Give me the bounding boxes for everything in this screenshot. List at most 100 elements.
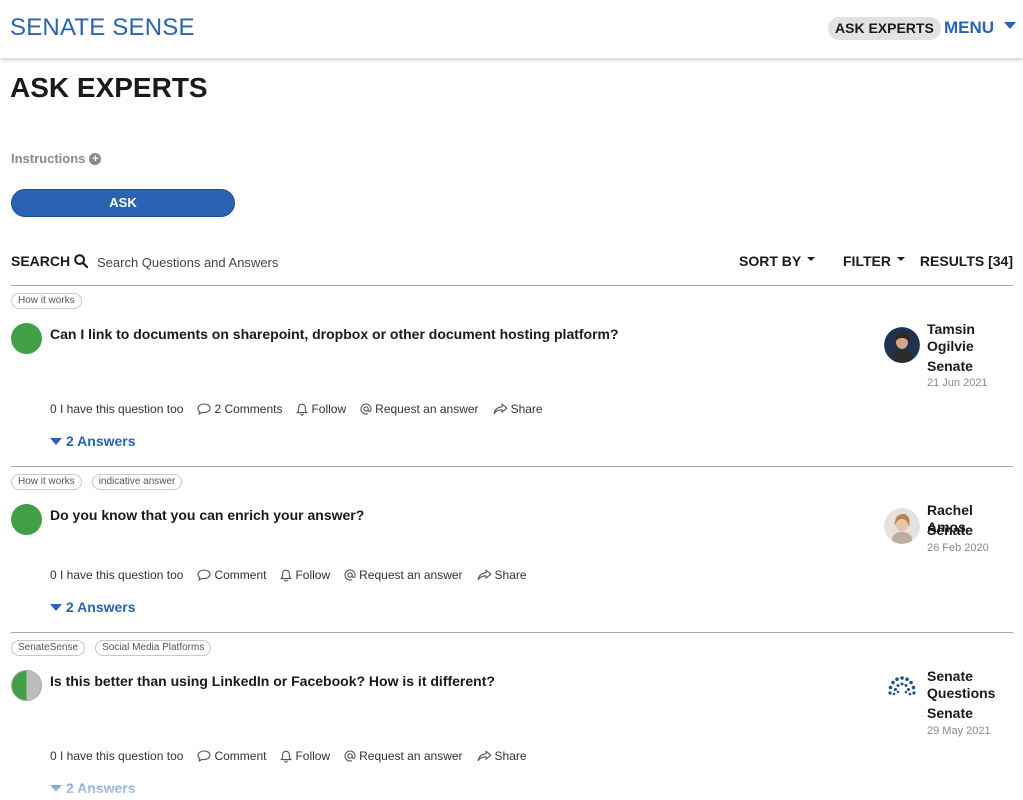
question-card: How it works indicative answer Do you kn… (11, 474, 1013, 630)
comments-button[interactable]: Comment (197, 749, 266, 763)
author-block: Tamsin Ogilvie Senate 21 Jun 2021 (884, 321, 1014, 391)
divider (11, 632, 1013, 633)
comments-label: Comment (214, 568, 267, 582)
answers-count: 2 Answers (66, 433, 136, 449)
sort-by-label: SORT BY (739, 253, 802, 269)
nav-ask-experts[interactable]: ASK EXPERTS (828, 17, 941, 40)
question-title[interactable]: Do you know that you can enrich your ans… (50, 507, 850, 523)
question-card: How it works Can I link to documents on … (11, 293, 1013, 465)
comment-icon (197, 750, 211, 762)
bell-icon (280, 569, 293, 582)
have-question-too-button[interactable]: 0 I have this question too (50, 402, 183, 416)
share-button[interactable]: Share (477, 568, 527, 582)
comments-label: Comment (214, 749, 267, 763)
author-org: Senate (927, 358, 973, 374)
comment-icon (197, 569, 211, 581)
answers-count: 2 Answers (66, 780, 136, 796)
divider (11, 466, 1013, 467)
author-org: Senate (927, 522, 973, 538)
search-icon[interactable] (74, 254, 88, 268)
tag[interactable]: Social Media Platforms (95, 640, 212, 656)
plus-circle-icon: + (89, 152, 102, 165)
question-actions: 0 I have this question too 2 Comments Fo… (50, 402, 557, 416)
question-date: 21 Jun 2021 (927, 377, 988, 389)
request-answer-button[interactable]: Request an answer (360, 402, 479, 416)
have-question-too-button[interactable]: 0 I have this question too (50, 568, 183, 582)
question-card: SenateSense Social Media Platforms Is th… (11, 640, 1013, 800)
request-answer-label: Request an answer (375, 402, 479, 416)
status-dot-icon (11, 323, 42, 354)
share-label: Share (494, 749, 527, 763)
request-answer-button[interactable]: Request an answer (344, 568, 463, 582)
instructions-label: Instructions (11, 151, 86, 166)
author-block: Rachel Amos Senate 26 Feb 2020 (884, 502, 1014, 562)
author-name[interactable]: Senate Questions (927, 668, 1013, 702)
author-org: Senate (927, 705, 973, 721)
question-date: 29 May 2021 (927, 725, 991, 737)
bell-icon (280, 750, 293, 763)
tag-list: SenateSense Social Media Platforms (11, 640, 212, 656)
question-actions: 0 I have this question too Comment Follo… (50, 749, 541, 763)
answers-toggle[interactable]: 2 Answers (50, 599, 136, 615)
answers-toggle[interactable]: 2 Answers (50, 433, 136, 449)
question-actions: 0 I have this question too Comment Follo… (50, 568, 541, 582)
answers-count: 2 Answers (66, 599, 136, 615)
follow-button[interactable]: Follow (296, 402, 346, 416)
menu-label: MENU (944, 18, 995, 37)
question-title[interactable]: Is this better than using LinkedIn or Fa… (50, 673, 850, 689)
comment-icon (197, 403, 211, 415)
at-icon (344, 750, 356, 762)
follow-button[interactable]: Follow (280, 568, 330, 582)
question-title[interactable]: Can I link to documents on sharepoint, d… (50, 326, 850, 342)
tag-list: How it works indicative answer (11, 474, 183, 490)
have-question-too-button[interactable]: 0 I have this question too (50, 749, 183, 763)
caret-down-icon (807, 257, 816, 261)
person-photo-light-icon[interactable] (884, 508, 920, 544)
share-icon (477, 750, 491, 762)
follow-label: Follow (295, 568, 331, 582)
tag[interactable]: How it works (11, 474, 82, 490)
menu-button[interactable]: MENU (944, 18, 1017, 38)
caret-down-icon (50, 784, 62, 792)
at-icon (360, 403, 372, 415)
caret-down-icon (50, 603, 62, 611)
top-bar: SENATE SENSE ASK EXPERTS MENU (0, 0, 1023, 58)
filter-dropdown[interactable]: FILTER (843, 253, 905, 269)
author-block: Senate Questions Senate 29 May 2021 (884, 668, 1014, 743)
chevron-down-icon (1004, 21, 1017, 29)
request-answer-button[interactable]: Request an answer (344, 749, 463, 763)
results-count: RESULTS [34] (919, 253, 1013, 269)
share-button[interactable]: Share (493, 402, 543, 416)
share-icon (477, 569, 491, 581)
brand-logo[interactable]: SENATE SENSE (10, 14, 195, 42)
share-button[interactable]: Share (477, 749, 527, 763)
search-label: SEARCH (11, 253, 71, 269)
tag[interactable]: SenateSense (11, 640, 86, 656)
follow-button[interactable]: Follow (280, 749, 330, 763)
senate-dots-logo-icon[interactable] (884, 672, 920, 708)
question-date: 26 Feb 2020 (927, 542, 989, 554)
person-photo-dark-icon[interactable] (884, 327, 920, 363)
comments-button[interactable]: Comment (197, 568, 266, 582)
filter-label: FILTER (843, 253, 891, 269)
tag[interactable]: indicative answer (91, 474, 183, 490)
share-icon (493, 403, 507, 415)
instructions-toggle[interactable]: Instructions + (11, 151, 102, 166)
search-toolbar: SEARCH SORT BY FILTER RESULTS [34] (11, 250, 1013, 274)
caret-down-icon (50, 437, 62, 445)
comments-label: 2 Comments (214, 402, 283, 416)
request-answer-label: Request an answer (359, 749, 463, 763)
status-dot-icon (11, 670, 42, 701)
at-icon (344, 569, 356, 581)
tag-list: How it works (11, 293, 82, 309)
status-dot-icon (11, 504, 42, 535)
tag[interactable]: How it works (11, 293, 82, 309)
sort-by-dropdown[interactable]: SORT BY (739, 253, 816, 269)
answers-toggle[interactable]: 2 Answers (50, 780, 136, 796)
comments-button[interactable]: 2 Comments (197, 402, 282, 416)
bell-icon (296, 403, 309, 416)
share-label: Share (510, 402, 543, 416)
search-input[interactable] (97, 251, 397, 273)
author-name[interactable]: Tamsin Ogilvie (927, 321, 1013, 355)
ask-button[interactable]: ASK (11, 189, 235, 217)
